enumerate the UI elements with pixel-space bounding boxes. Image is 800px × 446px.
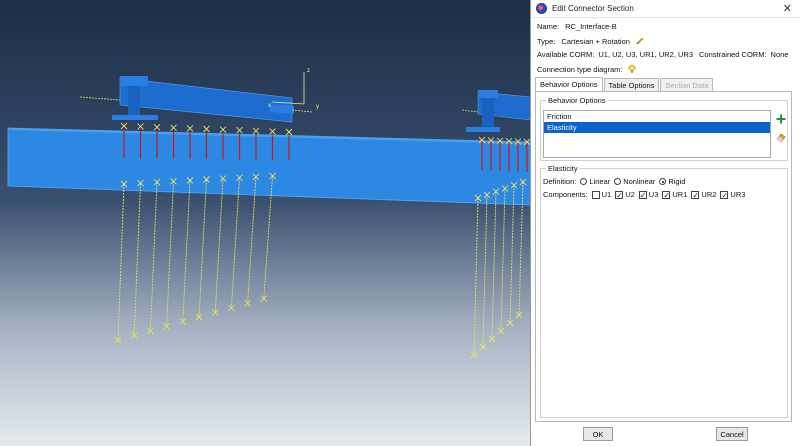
tab-table-options[interactable]: Table Options — [603, 78, 660, 91]
dialog-tabs: Behavior Options Table Options Section D… — [535, 77, 714, 91]
type-row: Type: Cartesian + Rotation — [537, 36, 645, 46]
corm-row: Available CORM: U1, U2, U3, UR1, UR2, UR… — [537, 50, 788, 59]
component-u3-label[interactable]: U3 — [649, 190, 659, 199]
component-ur3-checkbox[interactable]: ✓ — [720, 190, 729, 199]
constrained-corm-value: None — [770, 50, 789, 59]
behavior-item-elasticity[interactable]: Elasticity — [544, 122, 770, 133]
available-corm-value: U1, U2, U3, UR1, UR2, UR3 — [598, 50, 694, 59]
tab-section-data: Section Data — [660, 78, 714, 91]
connection-diagram-label: Connection type diagram: — [537, 64, 623, 74]
add-icon[interactable] — [775, 113, 787, 125]
name-value: RC_Interface-B — [565, 22, 617, 31]
tab-behavior-options[interactable]: Behavior Options — [535, 77, 603, 91]
component-u2-checkbox[interactable]: ✓ — [615, 190, 624, 199]
viewport-background — [0, 0, 531, 446]
dialog-titlebar[interactable]: Edit Connector Section ✕ — [531, 0, 800, 18]
edit-connector-section-dialog: Edit Connector Section ✕ Name: RC_Interf… — [530, 0, 800, 446]
component-u1-checkbox[interactable] — [591, 190, 600, 199]
behavior-options-panel: Behavior Options Friction Elasticity Ela… — [535, 91, 792, 422]
name-row: Name: RC_Interface-B — [537, 22, 617, 31]
component-ur2-checkbox[interactable]: ✓ — [691, 190, 700, 199]
component-ur1-label[interactable]: UR1 — [672, 190, 687, 199]
dialog-title: Edit Connector Section — [552, 4, 634, 13]
elasticity-group: Elasticity Definition: Linear Nonlinear … — [540, 164, 788, 418]
viewport-canvas[interactable]: z x y — [0, 0, 531, 446]
abaqus-app-icon — [536, 3, 547, 14]
triad-x-label: x — [268, 103, 271, 109]
definition-label: Definition: — [543, 177, 577, 186]
component-ur3-label[interactable]: UR3 — [730, 190, 745, 199]
behavior-list[interactable]: Friction Elasticity — [543, 110, 771, 158]
component-ur1-checkbox[interactable]: ✓ — [662, 190, 671, 199]
definition-nonlinear-label[interactable]: Nonlinear — [623, 177, 655, 186]
type-value: Cartesian + Rotation — [561, 36, 630, 46]
components-row: Components: U1 ✓ U2 ✓ U3 ✓ UR1 ✓ UR2 ✓ U… — [543, 190, 745, 199]
name-label: Name: — [537, 22, 560, 31]
close-icon[interactable]: ✕ — [783, 3, 792, 14]
behavior-item-friction[interactable]: Friction — [544, 111, 770, 122]
component-u2-label[interactable]: U2 — [625, 190, 635, 199]
behavior-options-group-label: Behavior Options — [546, 96, 608, 105]
edit-pencil-icon[interactable] — [635, 36, 645, 46]
definition-nonlinear-radio[interactable] — [614, 178, 622, 185]
type-label: Type: — [537, 36, 556, 46]
triad-z-label: z — [307, 68, 310, 74]
component-u1-label[interactable]: U1 — [602, 190, 612, 199]
lightbulb-icon[interactable] — [627, 64, 637, 74]
available-corm-label: Available CORM: — [537, 50, 595, 59]
definition-row: Definition: Linear Nonlinear Rigid — [543, 177, 685, 186]
cancel-button[interactable]: Cancel — [716, 427, 748, 441]
triad-y-label: y — [316, 104, 319, 110]
eraser-icon[interactable] — [775, 131, 787, 143]
definition-rigid-label[interactable]: Rigid — [668, 177, 685, 186]
elasticity-group-label: Elasticity — [546, 164, 580, 173]
constrained-corm-label: Constrained CORM: — [699, 50, 767, 59]
model-viewport[interactable]: z x y — [0, 0, 531, 446]
definition-linear-radio[interactable] — [580, 178, 588, 185]
definition-linear-label[interactable]: Linear — [589, 177, 610, 186]
definition-rigid-radio[interactable] — [659, 178, 667, 185]
ok-button[interactable]: OK — [583, 427, 613, 441]
component-u3-checkbox[interactable]: ✓ — [638, 190, 647, 199]
behavior-options-group: Behavior Options Friction Elasticity — [540, 96, 788, 161]
component-ur2-label[interactable]: UR2 — [701, 190, 716, 199]
components-label: Components: — [543, 190, 588, 199]
connection-diagram-row: Connection type diagram: — [537, 64, 637, 74]
